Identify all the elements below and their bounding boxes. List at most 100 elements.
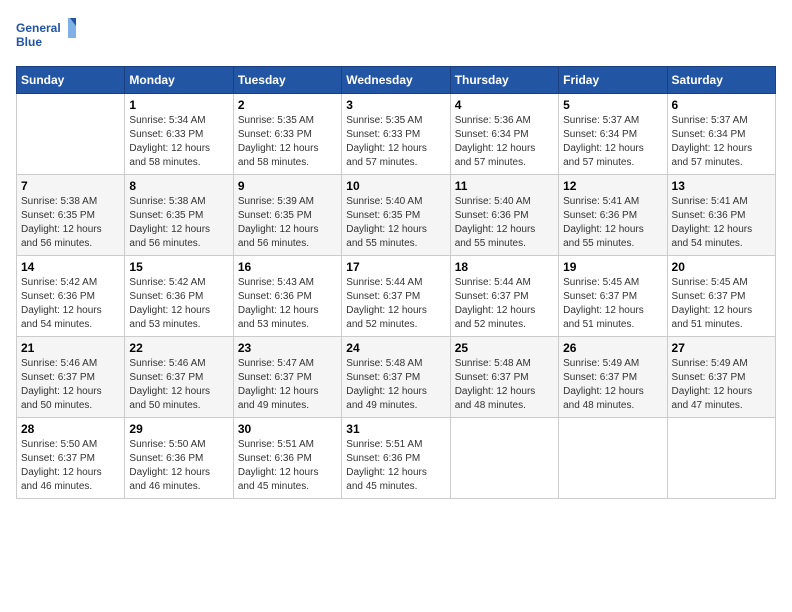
day-info: Sunrise: 5:49 AM Sunset: 6:37 PM Dayligh… [672,357,771,413]
day-info: Sunrise: 5:46 AM Sunset: 6:37 PM Dayligh… [21,357,120,413]
header-wednesday: Wednesday [342,67,450,94]
calendar-week-row: 21Sunrise: 5:46 AM Sunset: 6:37 PM Dayli… [17,337,776,418]
calendar-cell: 13 Sunrise: 5:41 AM Sunset: 6:36 PM Dayli… [667,175,775,256]
calendar-cell: 24 Sunrise: 5:48 AM Sunset: 6:37 PM Dayli… [342,337,450,418]
day-number: 10 [346,179,445,193]
header-friday: Friday [559,67,667,94]
calendar-table: SundayMondayTuesdayWednesdayThursdayFrid… [16,66,776,499]
day-info: Sunrise: 5:49 AM Sunset: 6:37 PM Dayligh… [563,357,662,413]
day-info: Sunrise: 5:35 AM Sunset: 6:33 PM Dayligh… [346,114,445,170]
calendar-cell: 14Sunrise: 5:42 AM Sunset: 6:36 PM Dayli… [17,256,125,337]
calendar-cell: 6 Sunrise: 5:37 AM Sunset: 6:34 PM Daylig… [667,94,775,175]
day-info: Sunrise: 5:41 AM Sunset: 6:36 PM Dayligh… [563,195,662,251]
day-number: 7 [21,179,120,193]
day-number: 24 [346,341,445,355]
day-info: Sunrise: 5:41 AM Sunset: 6:36 PM Dayligh… [672,195,771,251]
day-number: 14 [21,260,120,274]
day-number: 5 [563,98,662,112]
day-info: Sunrise: 5:51 AM Sunset: 6:36 PM Dayligh… [238,438,337,494]
calendar-cell: 12 Sunrise: 5:41 AM Sunset: 6:36 PM Dayli… [559,175,667,256]
day-info: Sunrise: 5:37 AM Sunset: 6:34 PM Dayligh… [563,114,662,170]
day-number: 2 [238,98,337,112]
day-number: 11 [455,179,554,193]
day-info: Sunrise: 5:44 AM Sunset: 6:37 PM Dayligh… [346,276,445,332]
calendar-cell: 2Sunrise: 5:35 AM Sunset: 6:33 PM Daylig… [233,94,341,175]
header-tuesday: Tuesday [233,67,341,94]
calendar-cell: 18Sunrise: 5:44 AM Sunset: 6:37 PM Dayli… [450,256,558,337]
day-number: 13 [672,179,771,193]
day-info: Sunrise: 5:38 AM Sunset: 6:35 PM Dayligh… [129,195,228,251]
day-number: 18 [455,260,554,274]
calendar-cell: 26 Sunrise: 5:49 AM Sunset: 6:37 PM Dayli… [559,337,667,418]
day-info: Sunrise: 5:43 AM Sunset: 6:36 PM Dayligh… [238,276,337,332]
day-number: 6 [672,98,771,112]
calendar-cell: 20 Sunrise: 5:45 AM Sunset: 6:37 PM Dayli… [667,256,775,337]
day-number: 1 [129,98,228,112]
calendar-cell: 23Sunrise: 5:47 AM Sunset: 6:37 PM Dayli… [233,337,341,418]
calendar-cell [450,418,558,499]
calendar-header-row: SundayMondayTuesdayWednesdayThursdayFrid… [17,67,776,94]
day-info: Sunrise: 5:51 AM Sunset: 6:36 PM Dayligh… [346,438,445,494]
day-info: Sunrise: 5:47 AM Sunset: 6:37 PM Dayligh… [238,357,337,413]
calendar-cell: 22 Sunrise: 5:46 AM Sunset: 6:37 PM Dayli… [125,337,233,418]
day-info: Sunrise: 5:42 AM Sunset: 6:36 PM Dayligh… [129,276,228,332]
calendar-week-row: 1 Sunrise: 5:34 AM Sunset: 6:33 PM Daylig… [17,94,776,175]
calendar-cell: 29 Sunrise: 5:50 AM Sunset: 6:36 PM Dayli… [125,418,233,499]
day-number: 8 [129,179,228,193]
day-info: Sunrise: 5:46 AM Sunset: 6:37 PM Dayligh… [129,357,228,413]
day-number: 17 [346,260,445,274]
day-number: 26 [563,341,662,355]
calendar-cell [667,418,775,499]
header-thursday: Thursday [450,67,558,94]
calendar-cell: 9Sunrise: 5:39 AM Sunset: 6:35 PM Daylig… [233,175,341,256]
day-number: 3 [346,98,445,112]
day-info: Sunrise: 5:50 AM Sunset: 6:37 PM Dayligh… [21,438,120,494]
calendar-cell: 30 Sunrise: 5:51 AM Sunset: 6:36 PM Dayli… [233,418,341,499]
calendar-week-row: 7 Sunrise: 5:38 AM Sunset: 6:35 PM Daylig… [17,175,776,256]
day-info: Sunrise: 5:50 AM Sunset: 6:36 PM Dayligh… [129,438,228,494]
day-number: 25 [455,341,554,355]
day-number: 4 [455,98,554,112]
day-number: 20 [672,260,771,274]
calendar-cell: 8 Sunrise: 5:38 AM Sunset: 6:35 PM Daylig… [125,175,233,256]
day-number: 19 [563,260,662,274]
calendar-cell: 7Sunrise: 5:38 AM Sunset: 6:35 PM Daylig… [17,175,125,256]
calendar-cell: 28 Sunrise: 5:50 AM Sunset: 6:37 PM Dayli… [17,418,125,499]
calendar-cell: 31 Sunrise: 5:51 AM Sunset: 6:36 PM Dayli… [342,418,450,499]
calendar-cell: 19 Sunrise: 5:45 AM Sunset: 6:37 PM Dayli… [559,256,667,337]
day-info: Sunrise: 5:37 AM Sunset: 6:34 PM Dayligh… [672,114,771,170]
day-info: Sunrise: 5:48 AM Sunset: 6:37 PM Dayligh… [346,357,445,413]
day-number: 27 [672,341,771,355]
svg-text:Blue: Blue [16,35,42,49]
calendar-week-row: 28 Sunrise: 5:50 AM Sunset: 6:37 PM Dayli… [17,418,776,499]
header-monday: Monday [125,67,233,94]
calendar-cell: 11Sunrise: 5:40 AM Sunset: 6:36 PM Dayli… [450,175,558,256]
header-sunday: Sunday [17,67,125,94]
day-number: 12 [563,179,662,193]
svg-text:General: General [16,21,61,35]
day-info: Sunrise: 5:39 AM Sunset: 6:35 PM Dayligh… [238,195,337,251]
calendar-cell: 27 Sunrise: 5:49 AM Sunset: 6:37 PM Dayli… [667,337,775,418]
calendar-cell: 1 Sunrise: 5:34 AM Sunset: 6:33 PM Daylig… [125,94,233,175]
logo: General Blue [16,16,76,56]
day-number: 30 [238,422,337,436]
calendar-cell: 15Sunrise: 5:42 AM Sunset: 6:36 PM Dayli… [125,256,233,337]
day-number: 28 [21,422,120,436]
day-info: Sunrise: 5:34 AM Sunset: 6:33 PM Dayligh… [129,114,228,170]
calendar-cell: 16 Sunrise: 5:43 AM Sunset: 6:36 PM Dayli… [233,256,341,337]
calendar-cell: 4 Sunrise: 5:36 AM Sunset: 6:34 PM Daylig… [450,94,558,175]
logo-svg: General Blue [16,16,76,56]
day-info: Sunrise: 5:45 AM Sunset: 6:37 PM Dayligh… [672,276,771,332]
day-number: 31 [346,422,445,436]
calendar-cell: 17 Sunrise: 5:44 AM Sunset: 6:37 PM Dayli… [342,256,450,337]
header-saturday: Saturday [667,67,775,94]
page-header: General Blue [16,16,776,56]
day-info: Sunrise: 5:45 AM Sunset: 6:37 PM Dayligh… [563,276,662,332]
day-number: 29 [129,422,228,436]
day-info: Sunrise: 5:36 AM Sunset: 6:34 PM Dayligh… [455,114,554,170]
day-number: 22 [129,341,228,355]
calendar-week-row: 14 Sunrise: 5:42 AM Sunset: 6:36 PM Dayli… [17,256,776,337]
day-number: 16 [238,260,337,274]
calendar-cell: 10Sunrise: 5:40 AM Sunset: 6:35 PM Dayli… [342,175,450,256]
calendar-cell: 25Sunrise: 5:48 AM Sunset: 6:37 PM Dayli… [450,337,558,418]
